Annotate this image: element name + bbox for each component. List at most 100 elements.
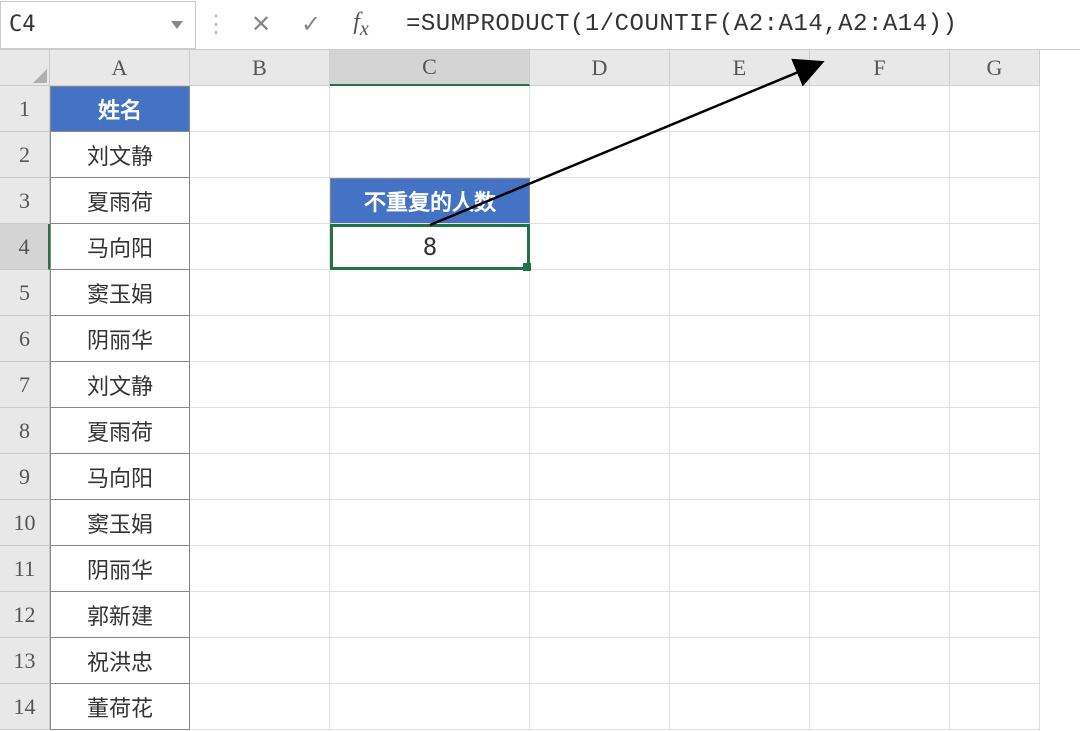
cancel-formula-button[interactable]: ✕ bbox=[236, 10, 286, 39]
cell-F7[interactable] bbox=[810, 362, 950, 408]
cell-B6[interactable] bbox=[190, 316, 330, 362]
cell-D3[interactable] bbox=[530, 178, 670, 224]
cell-C13[interactable] bbox=[330, 638, 530, 684]
cell-C5[interactable] bbox=[330, 270, 530, 316]
cell-F3[interactable] bbox=[810, 178, 950, 224]
name-box[interactable]: C4 bbox=[0, 1, 196, 49]
row-header-4[interactable]: 4 bbox=[0, 224, 50, 270]
cell-D9[interactable] bbox=[530, 454, 670, 500]
cell-B13[interactable] bbox=[190, 638, 330, 684]
cell-B2[interactable] bbox=[190, 132, 330, 178]
col-header-A[interactable]: A bbox=[50, 50, 190, 86]
row-header-9[interactable]: 9 bbox=[0, 454, 50, 500]
cell-E5[interactable] bbox=[670, 270, 810, 316]
cell-B4[interactable] bbox=[190, 224, 330, 270]
cell-G6[interactable] bbox=[950, 316, 1040, 362]
cell-E4[interactable] bbox=[670, 224, 810, 270]
cell-G11[interactable] bbox=[950, 546, 1040, 592]
cell-F8[interactable] bbox=[810, 408, 950, 454]
cell-E10[interactable] bbox=[670, 500, 810, 546]
cell-B3[interactable] bbox=[190, 178, 330, 224]
cell-G7[interactable] bbox=[950, 362, 1040, 408]
col-header-B[interactable]: B bbox=[190, 50, 330, 86]
cell-G14[interactable] bbox=[950, 684, 1040, 730]
cell-E14[interactable] bbox=[670, 684, 810, 730]
cell-A9[interactable]: 马向阳 bbox=[50, 454, 190, 500]
col-header-G[interactable]: G bbox=[950, 50, 1040, 86]
cell-D1[interactable] bbox=[530, 86, 670, 132]
cell-E12[interactable] bbox=[670, 592, 810, 638]
cell-B12[interactable] bbox=[190, 592, 330, 638]
cell-A14[interactable]: 董荷花 bbox=[50, 684, 190, 730]
cell-G3[interactable] bbox=[950, 178, 1040, 224]
cell-G5[interactable] bbox=[950, 270, 1040, 316]
cell-G4[interactable] bbox=[950, 224, 1040, 270]
row-header-5[interactable]: 5 bbox=[0, 270, 50, 316]
cell-B5[interactable] bbox=[190, 270, 330, 316]
cell-D4[interactable] bbox=[530, 224, 670, 270]
cell-C14[interactable] bbox=[330, 684, 530, 730]
cell-C1[interactable] bbox=[330, 86, 530, 132]
row-header-12[interactable]: 12 bbox=[0, 592, 50, 638]
cell-E6[interactable] bbox=[670, 316, 810, 362]
cell-B7[interactable] bbox=[190, 362, 330, 408]
cell-F11[interactable] bbox=[810, 546, 950, 592]
cell-F1[interactable] bbox=[810, 86, 950, 132]
cell-F10[interactable] bbox=[810, 500, 950, 546]
col-header-C[interactable]: C bbox=[330, 50, 530, 86]
cell-A2[interactable]: 刘文静 bbox=[50, 132, 190, 178]
cell-D8[interactable] bbox=[530, 408, 670, 454]
row-header-10[interactable]: 10 bbox=[0, 500, 50, 546]
cell-B8[interactable] bbox=[190, 408, 330, 454]
col-header-E[interactable]: E bbox=[670, 50, 810, 86]
name-box-dropdown-icon[interactable] bbox=[171, 21, 183, 29]
cell-A8[interactable]: 夏雨荷 bbox=[50, 408, 190, 454]
cell-E1[interactable] bbox=[670, 86, 810, 132]
cell-E2[interactable] bbox=[670, 132, 810, 178]
cell-F9[interactable] bbox=[810, 454, 950, 500]
cell-A12[interactable]: 郭新建 bbox=[50, 592, 190, 638]
cell-A13[interactable]: 祝洪忠 bbox=[50, 638, 190, 684]
cell-G10[interactable] bbox=[950, 500, 1040, 546]
cell-A7[interactable]: 刘文静 bbox=[50, 362, 190, 408]
cell-C11[interactable] bbox=[330, 546, 530, 592]
cell-C9[interactable] bbox=[330, 454, 530, 500]
cell-A1[interactable]: 姓名 bbox=[50, 86, 190, 132]
cell-E13[interactable] bbox=[670, 638, 810, 684]
cell-E9[interactable] bbox=[670, 454, 810, 500]
row-header-3[interactable]: 3 bbox=[0, 178, 50, 224]
cell-D2[interactable] bbox=[530, 132, 670, 178]
cell-G12[interactable] bbox=[950, 592, 1040, 638]
cell-A4[interactable]: 马向阳 bbox=[50, 224, 190, 270]
fx-button[interactable]: fx bbox=[336, 9, 386, 41]
cell-C2[interactable] bbox=[330, 132, 530, 178]
cell-D5[interactable] bbox=[530, 270, 670, 316]
row-header-8[interactable]: 8 bbox=[0, 408, 50, 454]
row-header-7[interactable]: 7 bbox=[0, 362, 50, 408]
cell-B10[interactable] bbox=[190, 500, 330, 546]
cell-C4[interactable]: 8 bbox=[330, 224, 530, 270]
cell-C7[interactable] bbox=[330, 362, 530, 408]
row-header-13[interactable]: 13 bbox=[0, 638, 50, 684]
cell-C3[interactable]: 不重复的人数 bbox=[330, 178, 530, 224]
cell-E3[interactable] bbox=[670, 178, 810, 224]
cell-F5[interactable] bbox=[810, 270, 950, 316]
row-header-1[interactable]: 1 bbox=[0, 86, 50, 132]
cell-D10[interactable] bbox=[530, 500, 670, 546]
cell-F14[interactable] bbox=[810, 684, 950, 730]
cell-A5[interactable]: 窦玉娟 bbox=[50, 270, 190, 316]
cell-A6[interactable]: 阴丽华 bbox=[50, 316, 190, 362]
cell-F4[interactable] bbox=[810, 224, 950, 270]
cell-C6[interactable] bbox=[330, 316, 530, 362]
accept-formula-button[interactable]: ✓ bbox=[286, 10, 336, 39]
cell-D13[interactable] bbox=[530, 638, 670, 684]
cell-A3[interactable]: 夏雨荷 bbox=[50, 178, 190, 224]
cell-C12[interactable] bbox=[330, 592, 530, 638]
row-header-6[interactable]: 6 bbox=[0, 316, 50, 362]
cell-E11[interactable] bbox=[670, 546, 810, 592]
cell-B9[interactable] bbox=[190, 454, 330, 500]
cell-B14[interactable] bbox=[190, 684, 330, 730]
cell-F2[interactable] bbox=[810, 132, 950, 178]
cell-F12[interactable] bbox=[810, 592, 950, 638]
cell-G2[interactable] bbox=[950, 132, 1040, 178]
